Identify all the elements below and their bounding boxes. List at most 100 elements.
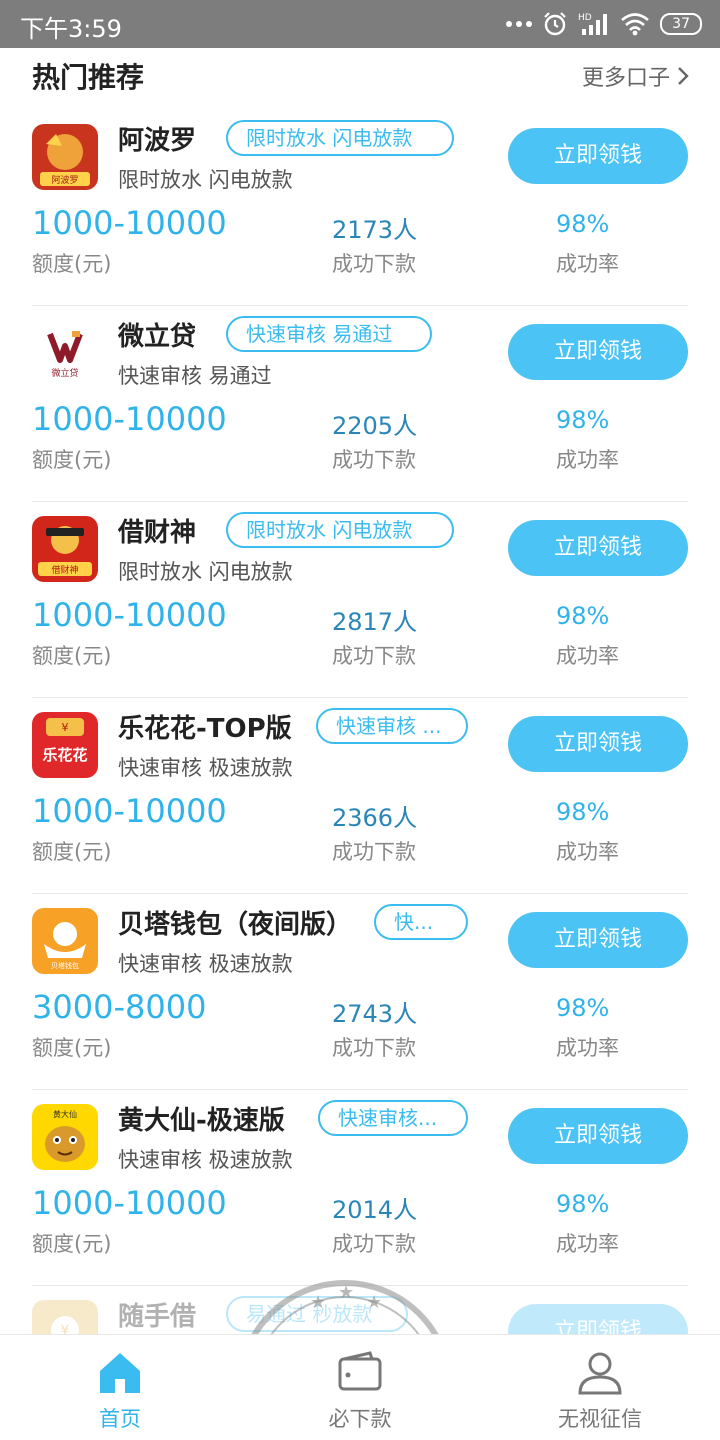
amount-label: 额度(元)	[32, 448, 112, 472]
loan-name: 随手借	[118, 1302, 197, 1332]
get-money-button[interactable]: 立即领钱	[508, 324, 688, 380]
success-rate: 98%	[556, 406, 610, 434]
success-count: 2014人	[332, 1196, 418, 1224]
success-count: 2366人	[332, 804, 418, 832]
tab-must-loan[interactable]: 必下款	[240, 1335, 480, 1440]
logo-text: 借财神	[51, 564, 78, 576]
success-count-label: 成功下款	[332, 252, 416, 276]
amount-label: 额度(元)	[32, 252, 112, 276]
success-rate: 98%	[556, 994, 610, 1022]
success-count-label: 成功下款	[332, 1232, 416, 1256]
success-count-label: 成功下款	[332, 840, 416, 864]
section-header: 热门推荐 更多口子	[0, 48, 720, 110]
success-count-label: 成功下款	[332, 448, 416, 472]
alarm-icon	[544, 12, 566, 36]
get-money-button[interactable]: 立即领钱	[508, 520, 688, 576]
app-logo-apollo: 阿波罗	[32, 124, 98, 190]
app-logo-huangdaxian: 黄大仙	[32, 1104, 98, 1170]
loan-item[interactable]: ¥ 乐花花 乐花花-TOP版 快速审核 ... 快速审核 极速放款 立即领钱 10…	[32, 698, 688, 894]
app-logo-lehuahua: ¥ 乐花花	[32, 712, 98, 778]
loan-amount: 1000-10000	[32, 1184, 227, 1222]
logo-text: 乐花花	[42, 746, 87, 764]
app-logo-beita-wallet: 贝塔钱包	[32, 908, 98, 974]
status-bar: 下午3:59 HD 37	[0, 0, 720, 48]
loan-item[interactable]: 借财神 借财神 限时放水 闪电放款 限时放水 闪电放款 立即领钱 1000-10…	[32, 502, 688, 698]
loan-desc: 快速审核 易通过	[118, 364, 272, 388]
logo-text: 微立贷	[51, 367, 78, 379]
success-rate-label: 成功率	[556, 840, 619, 864]
loan-item[interactable]: 贝塔钱包 贝塔钱包（夜间版） 快... 快速审核 极速放款 立即领钱 3000-…	[32, 894, 688, 1090]
loan-name: 贝塔钱包（夜间版）	[118, 910, 353, 940]
amount-label: 额度(元)	[32, 840, 112, 864]
loan-desc: 快速审核 极速放款	[118, 952, 293, 976]
loan-name: 借财神	[118, 518, 197, 548]
loan-desc: 快速审核 极速放款	[118, 1148, 293, 1172]
signal-icon: HD	[578, 13, 608, 35]
loan-desc: 限时放水 闪电放款	[118, 168, 293, 192]
loan-amount: 3000-8000	[32, 988, 207, 1026]
loan-name: 黄大仙-极速版	[118, 1106, 285, 1136]
success-count-label: 成功下款	[332, 1036, 416, 1060]
success-count: 2205人	[332, 412, 418, 440]
get-money-button[interactable]: 立即领钱	[508, 1108, 688, 1164]
loan-item[interactable]: 微立贷 微立贷 快速审核 易通过 快速审核 易通过 立即领钱 1000-1000…	[32, 306, 688, 502]
success-count: 2817人	[332, 608, 418, 636]
success-rate-label: 成功率	[556, 1232, 619, 1256]
loan-name: 微立贷	[118, 322, 197, 352]
loan-desc: 限时放水 闪电放款	[118, 560, 293, 584]
loan-tag: 限时放水 闪电放款	[226, 512, 454, 548]
success-count-label: 成功下款	[332, 644, 416, 668]
success-rate-label: 成功率	[556, 644, 619, 668]
success-rate: 98%	[556, 602, 610, 630]
loan-name: 乐花花-TOP版	[118, 714, 292, 744]
status-icons: HD 37	[506, 10, 702, 38]
more-link-label: 更多口子	[581, 66, 670, 91]
app-logo-jiecaishen: 借财神	[32, 516, 98, 582]
success-rate: 98%	[556, 1190, 610, 1218]
more-link[interactable]: 更多口子	[582, 60, 690, 92]
success-rate-label: 成功率	[556, 1036, 619, 1060]
more-dots-icon	[506, 10, 533, 38]
loan-item[interactable]: 阿波罗 阿波罗 限时放水 闪电放款 限时放水 闪电放款 立即领钱 1000-10…	[32, 110, 688, 306]
tab-home-label: 首页	[99, 1407, 141, 1431]
loan-tag: 限时放水 闪电放款	[226, 120, 454, 156]
yen-mark: ¥	[62, 721, 69, 734]
hd-label: HD	[578, 13, 592, 23]
tab-home[interactable]: 首页	[0, 1335, 240, 1440]
get-money-button[interactable]: 立即领钱	[508, 128, 688, 184]
amount-label: 额度(元)	[32, 644, 112, 668]
app-logo-weilidai: 微立贷	[32, 320, 98, 386]
logo-text: 黄大仙	[53, 1109, 77, 1119]
loan-amount: 1000-10000	[32, 792, 227, 830]
bottom-tab-bar: 首页 必下款 无视征信	[0, 1334, 720, 1440]
loan-list: 阿波罗 阿波罗 限时放水 闪电放款 限时放水 闪电放款 立即领钱 1000-10…	[0, 110, 720, 1440]
tab-ignore-credit[interactable]: 无视征信	[480, 1335, 720, 1440]
wallet-icon	[338, 1351, 382, 1391]
loan-desc: 快速审核 极速放款	[118, 756, 293, 780]
success-count: 2173人	[332, 216, 418, 244]
chevron-right-icon	[678, 67, 689, 85]
tab-ignore-credit-label: 无视征信	[558, 1407, 642, 1431]
user-icon	[578, 1352, 622, 1395]
loan-amount: 1000-10000	[32, 204, 227, 242]
success-rate: 98%	[556, 798, 610, 826]
status-time: 下午3:59	[20, 15, 122, 43]
loan-amount: 1000-10000	[32, 400, 227, 438]
battery-indicator: 37	[660, 13, 702, 35]
get-money-button[interactable]: 立即领钱	[508, 716, 688, 772]
logo-text: 阿波罗	[51, 174, 78, 186]
wifi-icon	[621, 13, 650, 36]
get-money-button[interactable]: 立即领钱	[508, 912, 688, 968]
success-rate-label: 成功率	[556, 448, 619, 472]
success-rate-label: 成功率	[556, 252, 619, 276]
loan-item[interactable]: 黄大仙 黄大仙-极速版 快速审核... 快速审核 极速放款 立即领钱 1000-…	[32, 1090, 688, 1286]
loan-name: 阿波罗	[118, 126, 197, 156]
amount-label: 额度(元)	[32, 1036, 112, 1060]
loan-tag: 快速审核 易通过	[226, 316, 432, 352]
section-title: 热门推荐	[32, 61, 145, 94]
home-icon	[100, 1353, 140, 1393]
loan-tag: 快...	[374, 904, 468, 940]
loan-tag: 易通过 秒放款	[226, 1296, 408, 1332]
loan-tag: 快速审核 ...	[316, 708, 468, 744]
success-count: 2743人	[332, 1000, 418, 1028]
